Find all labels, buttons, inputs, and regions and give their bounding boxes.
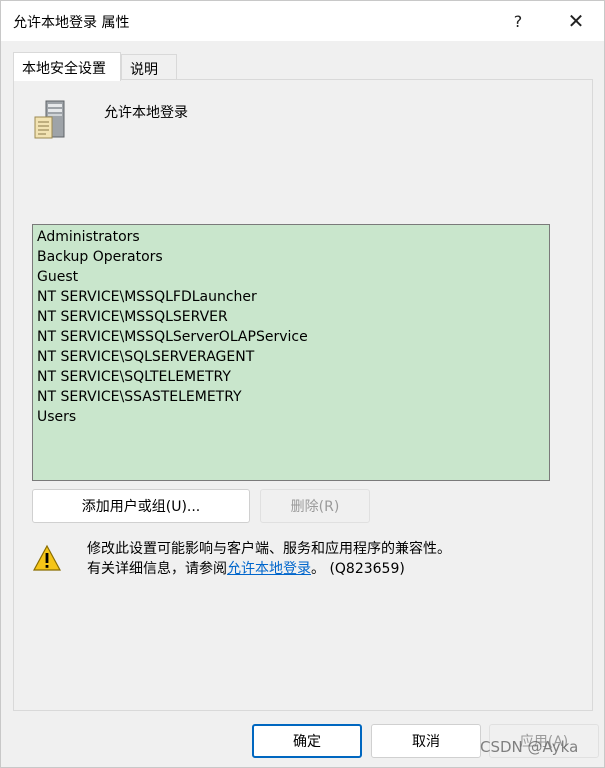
list-item[interactable]: NT SERVICE\MSSQLSERVER [37,307,545,327]
list-item[interactable]: NT SERVICE\SQLSERVERAGENT [37,347,545,367]
allow-log-on-locally-link[interactable]: 允许本地登录 [227,561,311,577]
warning-icon [32,544,62,571]
list-item[interactable]: NT SERVICE\SSASTELEMETRY [37,387,545,407]
close-button[interactable]: ✕ [551,1,601,41]
tab-local-security-setting[interactable]: 本地安全设置 [13,52,121,81]
help-button[interactable]: ? [493,1,543,41]
cancel-button[interactable]: 取消 [371,724,481,758]
add-user-or-group-button[interactable]: 添加用户或组(U)... [32,489,250,523]
tab-label: 本地安全设置 [22,61,106,77]
help-icon: ? [513,11,523,31]
policy-title: 允许本地登录 [104,105,188,121]
close-icon: ✕ [567,9,585,33]
warning-line-2-prefix: 有关详细信息，请参阅 [87,561,227,577]
list-item[interactable]: Users [37,407,545,427]
list-item[interactable]: Backup Operators [37,247,545,267]
tab-label: 说明 [130,62,158,78]
server-icon [34,100,65,139]
list-item[interactable]: Administrators [37,227,545,247]
list-item[interactable]: Guest [37,267,545,287]
title-bar: 允许本地登录 属性 ? ✕ [1,1,604,41]
tab-panel: 允许本地登录 Administrators Backup Operators G… [13,79,593,711]
warning-line-2: 有关详细信息，请参阅允许本地登录。 (Q823659) [87,559,451,579]
csdn-watermark: CSDN @Ayka [480,738,579,756]
tab-explain[interactable]: 说明 [121,54,177,80]
warning-line-2-suffix: 。 (Q823659) [311,561,405,577]
ok-button[interactable]: 确定 [252,724,362,758]
properties-dialog: 允许本地登录 属性 ? ✕ 本地安全设置 说明 允许本地登录 Administr… [0,0,605,768]
list-item[interactable]: NT SERVICE\MSSQLFDLauncher [37,287,545,307]
list-item[interactable]: NT SERVICE\MSSQLServerOLAPService [37,327,545,347]
list-item[interactable]: NT SERVICE\SQLTELEMETRY [37,367,545,387]
members-list[interactable]: Administrators Backup Operators Guest NT… [32,224,550,481]
warning-line-1: 修改此设置可能影响与客户端、服务和应用程序的兼容性。 [87,541,451,557]
window-title: 允许本地登录 属性 [13,15,130,31]
compatibility-warning: 修改此设置可能影响与客户端、服务和应用程序的兼容性。 有关详细信息，请参阅允许本… [87,539,451,579]
remove-button[interactable]: 删除(R) [260,489,370,523]
